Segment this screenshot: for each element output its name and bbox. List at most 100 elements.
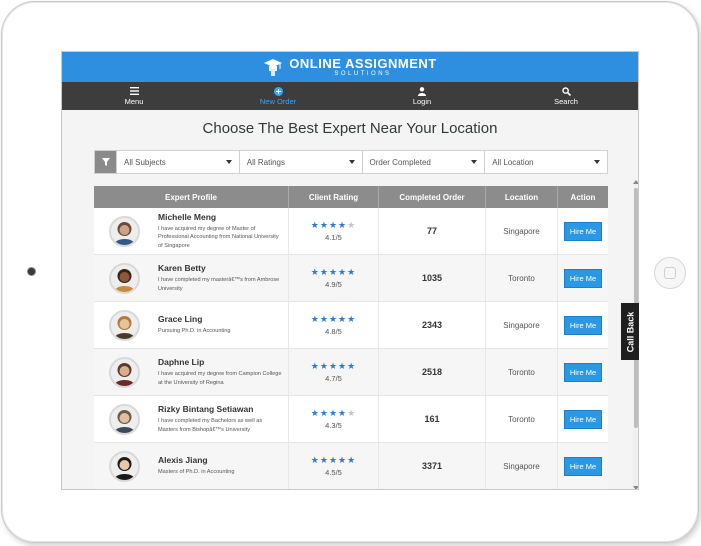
expert-description: I have acquired my degree of Master of P… — [158, 226, 279, 249]
screen: ONLINE ASSIGNMENT SOLUTIONS Menu New Ord… — [61, 51, 639, 490]
rating-score: 4.1/5 — [325, 232, 342, 242]
star-icon: ★ — [338, 313, 348, 324]
scroll-down-icon[interactable] — [633, 486, 638, 489]
hire-me-button[interactable]: Hire Me — [564, 362, 602, 382]
avatar[interactable] — [109, 450, 140, 482]
star-rating: ★★★★★ — [310, 266, 356, 277]
avatar[interactable] — [109, 403, 140, 435]
expert-description: I have completed my Bachelors as well as… — [158, 418, 263, 433]
plus-circle-icon — [273, 86, 283, 96]
expert-profile-cell: Daphne Lip I have acquired my degree from… — [94, 349, 289, 395]
star-icon: ★ — [328, 454, 339, 465]
star-icon: ★ — [338, 266, 348, 277]
star-icon: ★ — [319, 360, 329, 371]
graduate-cap-icon — [263, 57, 283, 77]
action-cell: Hire Me — [558, 443, 608, 489]
nav-search[interactable]: Search — [494, 82, 638, 110]
table-header: Expert Profile Client Rating Completed O… — [94, 186, 608, 208]
action-cell: Hire Me — [558, 302, 608, 348]
star-icon: ★ — [347, 313, 357, 324]
completed-order-cell: 77 — [379, 208, 486, 254]
action-cell: Hire Me — [558, 349, 608, 395]
star-icon: ★ — [347, 454, 357, 465]
completed-order-cell: 161 — [379, 396, 486, 442]
avatar[interactable] — [109, 215, 140, 247]
star-rating: ★★★★★ — [311, 360, 356, 371]
caret-down-icon — [225, 160, 232, 164]
filter-ratings-value: All Ratings — [246, 157, 285, 167]
star-rating: ★★★★★ — [311, 219, 356, 230]
completed-order-cell: 3371 — [379, 443, 486, 489]
action-cell: Hire Me — [558, 396, 608, 442]
avatar[interactable] — [109, 262, 140, 294]
avatar[interactable] — [109, 356, 140, 388]
location-cell: Singapore — [486, 208, 558, 254]
brand-bar: ONLINE ASSIGNMENT SOLUTIONS — [62, 52, 638, 82]
completed-order-count: 161 — [424, 414, 440, 424]
star-icon: ★ — [338, 454, 348, 465]
location-cell: Singapore — [486, 443, 558, 489]
filter-subjects[interactable]: All Subjects — [116, 151, 239, 173]
nav-search-label: Search — [554, 96, 578, 106]
rating-score: 4.8/5 — [325, 326, 342, 336]
table-row: Michelle Meng I have acquired my degree o… — [94, 208, 608, 255]
star-icon: ★ — [310, 313, 320, 324]
hire-me-button[interactable]: Hire Me — [564, 221, 602, 241]
header-expert-profile: Expert Profile — [94, 186, 289, 208]
table-row: Daphne Lip I have acquired my degree from… — [94, 349, 608, 396]
expert-description: I have acquired my degree from Campion C… — [158, 371, 282, 386]
nav-menu-label: Menu — [124, 96, 144, 106]
expert-name[interactable]: Daphne Lip — [158, 357, 283, 367]
avatar[interactable] — [109, 309, 140, 341]
star-icon: ★ — [310, 266, 320, 277]
nav-new-order[interactable]: New Order — [206, 82, 350, 110]
filter-orders[interactable]: Order Completed — [361, 151, 485, 173]
star-rating: ★★★★★ — [310, 313, 357, 324]
expert-description: Masters of Ph.D. in Accounting — [158, 469, 235, 476]
call-back-tab[interactable]: Call Back — [621, 303, 639, 360]
hire-me-button[interactable]: Hire Me — [564, 315, 602, 335]
hire-me-button[interactable]: Hire Me — [564, 456, 602, 476]
client-rating-cell: ★★★★★ 4.3/5 — [289, 396, 379, 442]
location-cell: Singapore — [486, 302, 558, 348]
completed-order-cell: 1035 — [379, 255, 486, 301]
expert-name[interactable]: Karen Betty — [158, 263, 283, 273]
star-icon: ★ — [338, 407, 348, 418]
expert-name[interactable]: Michelle Meng — [158, 212, 283, 222]
nav-new-order-label: New Order — [259, 96, 297, 106]
scroll-up-icon[interactable] — [633, 180, 638, 184]
expert-description: Pursuing Ph.D. in Accounting — [158, 328, 231, 335]
hire-me-button[interactable]: Hire Me — [564, 268, 602, 288]
hire-me-button[interactable]: Hire Me — [564, 409, 602, 429]
expert-profile-cell: Rizky Bintang Setiawan I have completed m… — [94, 396, 289, 442]
client-rating-cell: ★★★★★ 4.8/5 — [289, 302, 379, 348]
expert-name[interactable]: Alexis Jiang — [158, 455, 283, 465]
expert-profile-cell: Karen Betty I have completed my masterâ€™… — [94, 255, 289, 301]
star-icon: ★ — [338, 219, 348, 230]
expert-name[interactable]: Grace Ling — [158, 314, 283, 324]
nav-menu[interactable]: Menu — [62, 82, 206, 110]
star-rating: ★★★★★ — [311, 454, 357, 465]
brand-logo[interactable]: ONLINE ASSIGNMENT SOLUTIONS — [263, 57, 436, 77]
nav-login[interactable]: Login — [350, 82, 494, 110]
expert-location: Toronto — [508, 273, 535, 283]
expert-name[interactable]: Rizky Bintang Setiawan — [158, 404, 283, 414]
home-button[interactable] — [654, 257, 686, 289]
menu-icon — [129, 87, 139, 96]
brand-tagline: SOLUTIONS — [334, 71, 392, 77]
client-rating-cell: ★★★★★ 4.5/5 — [289, 443, 379, 489]
action-cell: Hire Me — [558, 255, 608, 301]
home-square-icon — [664, 267, 676, 279]
nav-login-label: Login — [412, 96, 432, 106]
filter-orders-value: Order Completed — [369, 157, 431, 167]
star-rating: ★★★★★ — [311, 407, 356, 418]
expert-location: Toronto — [508, 414, 535, 424]
filter-location[interactable]: All Location — [484, 151, 607, 173]
filter-ratings[interactable]: All Ratings — [238, 151, 362, 173]
table-row: Karen Betty I have completed my masterâ€™… — [94, 255, 608, 302]
caret-down-icon — [594, 160, 600, 164]
star-icon: ★ — [328, 219, 339, 230]
completed-order-cell: 2518 — [379, 349, 486, 395]
expert-location: Toronto — [508, 367, 535, 377]
star-icon: ★ — [328, 360, 339, 371]
